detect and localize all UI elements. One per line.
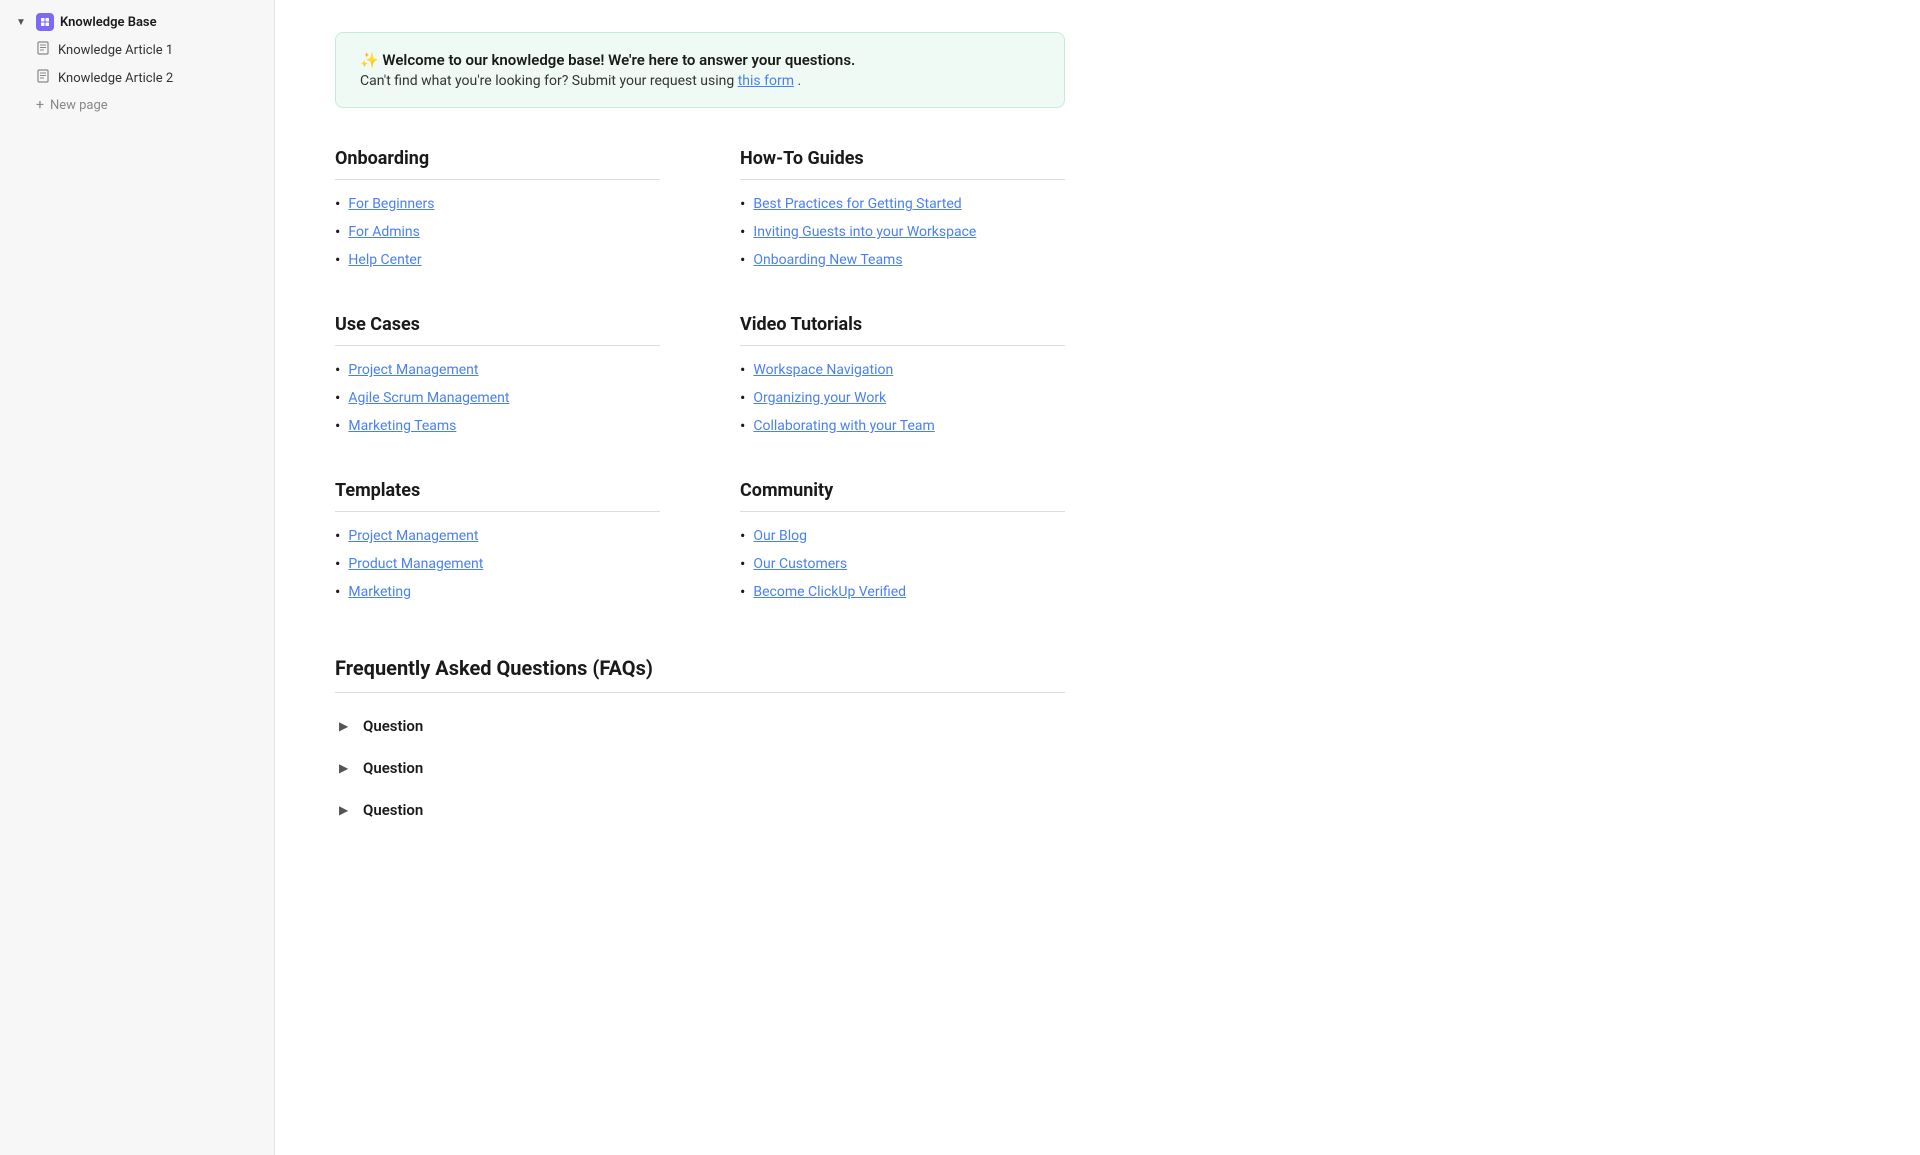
section-use-cases: Use Cases Project Management Agile Scrum M… — [335, 314, 660, 440]
faq-question-text: Question — [363, 801, 423, 819]
section-title-use-cases: Use Cases — [335, 314, 660, 346]
faq-question-text: Question — [363, 717, 423, 735]
section-templates: Templates Project Management Product Manag… — [335, 480, 660, 606]
list-item: Project Management — [335, 356, 660, 384]
sidebar-child-label-2: Knowledge Article 2 — [58, 71, 173, 86]
list-item: Collaborating with your Team — [740, 412, 1065, 440]
section-title-onboarding: Onboarding — [335, 148, 660, 180]
section-title-video-tutorials: Video Tutorials — [740, 314, 1065, 346]
section-list-use-cases: Project Management Agile Scrum Management… — [335, 356, 660, 440]
welcome-link[interactable]: this form — [738, 73, 794, 89]
section-title-community: Community — [740, 480, 1065, 512]
faq-items: ▶ Question ▶ Question ▶ Question — [335, 705, 1065, 831]
section-link[interactable]: Our Customers — [753, 556, 847, 572]
section-title-templates: Templates — [335, 480, 660, 512]
section-link[interactable]: Workspace Navigation — [753, 362, 893, 378]
chevron-right-icon: ▶ — [339, 803, 353, 817]
new-page-label: New page — [50, 98, 108, 113]
chevron-right-icon: ▶ — [339, 761, 353, 775]
section-link[interactable]: Collaborating with your Team — [753, 418, 934, 434]
sections-grid: Onboarding For Beginners For Admins Help Ce… — [335, 148, 1065, 606]
section-link[interactable]: Best Practices for Getting Started — [753, 196, 961, 212]
faq-title: Frequently Asked Questions (FAQs) — [335, 656, 1065, 693]
section-link[interactable]: Inviting Guests into your Workspace — [753, 224, 976, 240]
section-list-community: Our Blog Our Customers Become ClickUp Veri… — [740, 522, 1065, 606]
list-item: Inviting Guests into your Workspace — [740, 218, 1065, 246]
list-item: Best Practices for Getting Started — [740, 190, 1065, 218]
welcome-subtitle-text: Can't find what you're looking for? Subm… — [360, 73, 738, 89]
chevron-right-icon: ▶ — [339, 719, 353, 733]
section-link[interactable]: For Beginners — [348, 196, 434, 212]
new-page-button[interactable]: + New page — [24, 92, 270, 118]
welcome-banner-title: ✨ Welcome to our knowledge base! We're h… — [360, 51, 1040, 69]
section-list-onboarding: For Beginners For Admins Help Center — [335, 190, 660, 274]
section-video-tutorials: Video Tutorials Workspace Navigation Organ… — [740, 314, 1065, 440]
section-how-to-guides: How-To Guides Best Practices for Getting … — [740, 148, 1065, 274]
list-item: Marketing — [335, 578, 660, 606]
section-link[interactable]: Marketing Teams — [348, 418, 456, 434]
faq-question-text: Question — [363, 759, 423, 777]
welcome-banner: ✨ Welcome to our knowledge base! We're h… — [335, 32, 1065, 108]
list-item: Organizing your Work — [740, 384, 1065, 412]
list-item: Project Management — [335, 522, 660, 550]
list-item: For Admins — [335, 218, 660, 246]
list-item: Our Blog — [740, 522, 1065, 550]
main-content: ✨ Welcome to our knowledge base! We're h… — [275, 0, 1920, 1155]
list-item: Product Management — [335, 550, 660, 578]
list-item: Marketing Teams — [335, 412, 660, 440]
faq-item-0[interactable]: ▶ Question — [335, 705, 1065, 747]
section-list-video-tutorials: Workspace Navigation Organizing your Work… — [740, 356, 1065, 440]
section-link[interactable]: Project Management — [348, 528, 478, 544]
section-list-how-to-guides: Best Practices for Getting Started Inviti… — [740, 190, 1065, 274]
sidebar-item-knowledge-article-2[interactable]: Knowledge Article 2 — [24, 64, 270, 92]
section-link[interactable]: For Admins — [348, 224, 419, 240]
list-item: Onboarding New Teams — [740, 246, 1065, 274]
section-link[interactable]: Marketing — [348, 584, 411, 600]
faq-item-2[interactable]: ▶ Question — [335, 789, 1065, 831]
section-link[interactable]: Help Center — [348, 252, 421, 268]
chevron-down-icon: ▼ — [16, 17, 30, 28]
list-item: For Beginners — [335, 190, 660, 218]
faq-item-1[interactable]: ▶ Question — [335, 747, 1065, 789]
sidebar-root-item[interactable]: ▼ Knowledge Base — [4, 8, 270, 36]
section-community: Community Our Blog Our Customers Become Cli… — [740, 480, 1065, 606]
document-icon — [36, 41, 52, 59]
sidebar-child-label-1: Knowledge Article 1 — [58, 43, 173, 58]
list-item: Become ClickUp Verified — [740, 578, 1065, 606]
workspace-icon — [36, 13, 54, 31]
list-item: Agile Scrum Management — [335, 384, 660, 412]
faq-section: Frequently Asked Questions (FAQs) ▶ Quest… — [335, 656, 1065, 831]
sidebar-children: Knowledge Article 1 Knowledge Article 2 … — [0, 36, 274, 118]
section-link[interactable]: Agile Scrum Management — [348, 390, 509, 406]
list-item: Help Center — [335, 246, 660, 274]
section-link[interactable]: Organizing your Work — [753, 390, 886, 406]
section-link[interactable]: Onboarding New Teams — [753, 252, 902, 268]
section-link[interactable]: Project Management — [348, 362, 478, 378]
section-onboarding: Onboarding For Beginners For Admins Help Ce… — [335, 148, 660, 274]
section-list-templates: Project Management Product Management Mark… — [335, 522, 660, 606]
section-link[interactable]: Become ClickUp Verified — [753, 584, 906, 600]
list-item: Our Customers — [740, 550, 1065, 578]
list-item: Workspace Navigation — [740, 356, 1065, 384]
document-icon — [36, 69, 52, 87]
sidebar-root-label: Knowledge Base — [60, 15, 157, 30]
section-link[interactable]: Our Blog — [753, 528, 807, 544]
welcome-banner-subtitle: Can't find what you're looking for? Subm… — [360, 73, 1040, 89]
section-title-how-to-guides: How-To Guides — [740, 148, 1065, 180]
plus-icon: + — [36, 97, 44, 113]
sidebar-item-knowledge-article-1[interactable]: Knowledge Article 1 — [24, 36, 270, 64]
section-link[interactable]: Product Management — [348, 556, 483, 572]
welcome-link-suffix: . — [797, 73, 801, 89]
sidebar: ▼ Knowledge Base Knowledge Article 1 — [0, 0, 275, 1155]
